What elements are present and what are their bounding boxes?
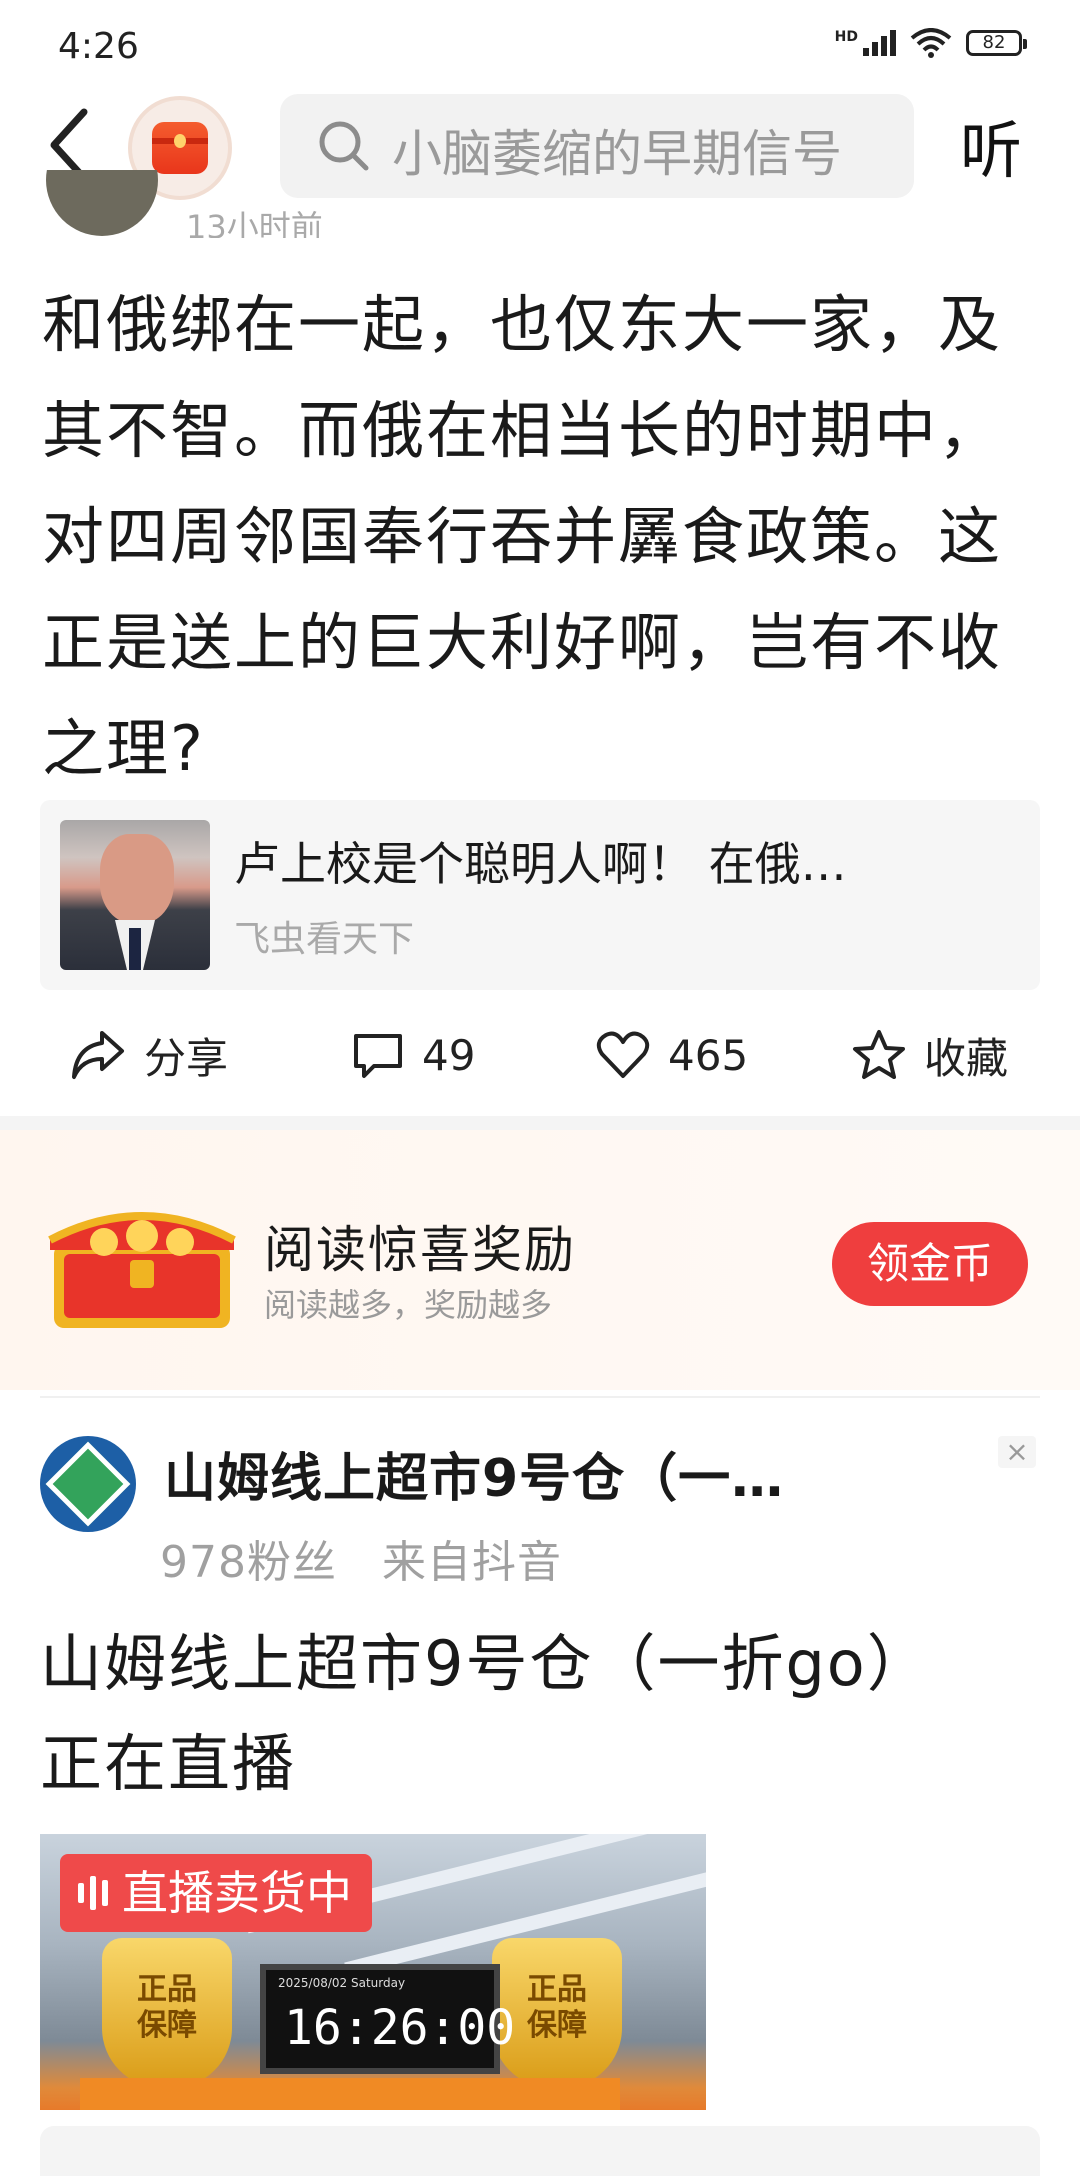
post-time: 13小时前 (186, 208, 323, 238)
article-body: 和俄绑在一起，也仅东大一家，及其不智。而俄在相当长的时期中，对四周邻国奉行吞并羼… (42, 288, 1003, 785)
product-banner (80, 2078, 620, 2110)
share-icon (72, 1031, 124, 1079)
account-meta: 978粉丝 来自抖音 (160, 1537, 562, 1588)
wifi-icon (910, 28, 952, 58)
search-icon (319, 121, 369, 171)
account-name[interactable]: 山姆线上超市9号仓（一… (164, 1436, 784, 1511)
treasure-chest-icon (48, 1212, 236, 1328)
signal-icon: HD (835, 30, 896, 56)
section-divider (0, 1116, 1080, 1130)
reward-subtitle: 阅读越多，奖励越多 (264, 1286, 553, 1324)
clock-display: 2025/08/02 Saturday 16:26:00 (260, 1964, 515, 2074)
quoted-post-card[interactable]: 卢上校是个聪明人啊！ 在俄… 飞虫看天下 (40, 800, 1040, 990)
claim-coins-button[interactable]: 领金币 (832, 1222, 1028, 1306)
battery-indicator: 82 (966, 30, 1027, 56)
account-avatar[interactable] (40, 1436, 136, 1532)
quoted-post-title: 卢上校是个聪明人啊！ 在俄… (234, 837, 847, 891)
live-badge-label: 直播卖货中 (122, 1866, 352, 1920)
share-button[interactable]: 分享 (70, 1020, 228, 1090)
listen-button[interactable]: 听 (960, 100, 1022, 190)
status-icons: HD 82 (835, 28, 1027, 58)
clock-date: 2025/08/02 Saturday (278, 1976, 406, 1990)
share-label: 分享 (144, 1033, 229, 1083)
clock-time: 16:26:00 (284, 2000, 516, 2056)
live-bars-icon (78, 1873, 108, 1913)
quoted-post-source: 飞虫看天下 (234, 919, 415, 960)
favorite-button[interactable]: 收藏 (852, 1020, 1008, 1090)
comment-count: 49 (422, 1030, 476, 1080)
section-divider (40, 1396, 1040, 1398)
comment-icon (354, 1034, 402, 1078)
live-stream-thumbnail[interactable]: 直播卖货中 正品 保障 正品 保障 2025/08/02 Saturday 16:2… (40, 1834, 706, 2110)
status-time: 4:26 (58, 26, 139, 67)
close-icon[interactable]: × (998, 1436, 1036, 1468)
like-button[interactable]: 465 (596, 1020, 748, 1090)
heart-icon (596, 1031, 650, 1078)
next-item-preview[interactable] (40, 2126, 1040, 2176)
quoted-post-thumbnail (60, 820, 210, 970)
live-badge: 直播卖货中 (60, 1854, 372, 1932)
like-count: 465 (668, 1030, 749, 1080)
reward-banner[interactable]: 阅读惊喜奖励 阅读越多，奖励越多 领金币 (0, 1130, 1080, 1390)
author-avatar[interactable] (46, 170, 158, 242)
network-type: HD (834, 29, 858, 45)
shield-badge: 正品 保障 (102, 1938, 232, 2088)
reward-title: 阅读惊喜奖励 (264, 1221, 576, 1279)
post-headline[interactable]: 山姆线上超市9号仓（一折go）正在直播 (40, 1614, 980, 1814)
search-input[interactable]: 小脑萎缩的早期信号 (280, 94, 914, 198)
star-icon (853, 1030, 905, 1079)
favorite-label: 收藏 (924, 1033, 1009, 1083)
comment-button[interactable]: 49 (352, 1020, 475, 1090)
search-placeholder: 小脑萎缩的早期信号 (392, 125, 842, 183)
